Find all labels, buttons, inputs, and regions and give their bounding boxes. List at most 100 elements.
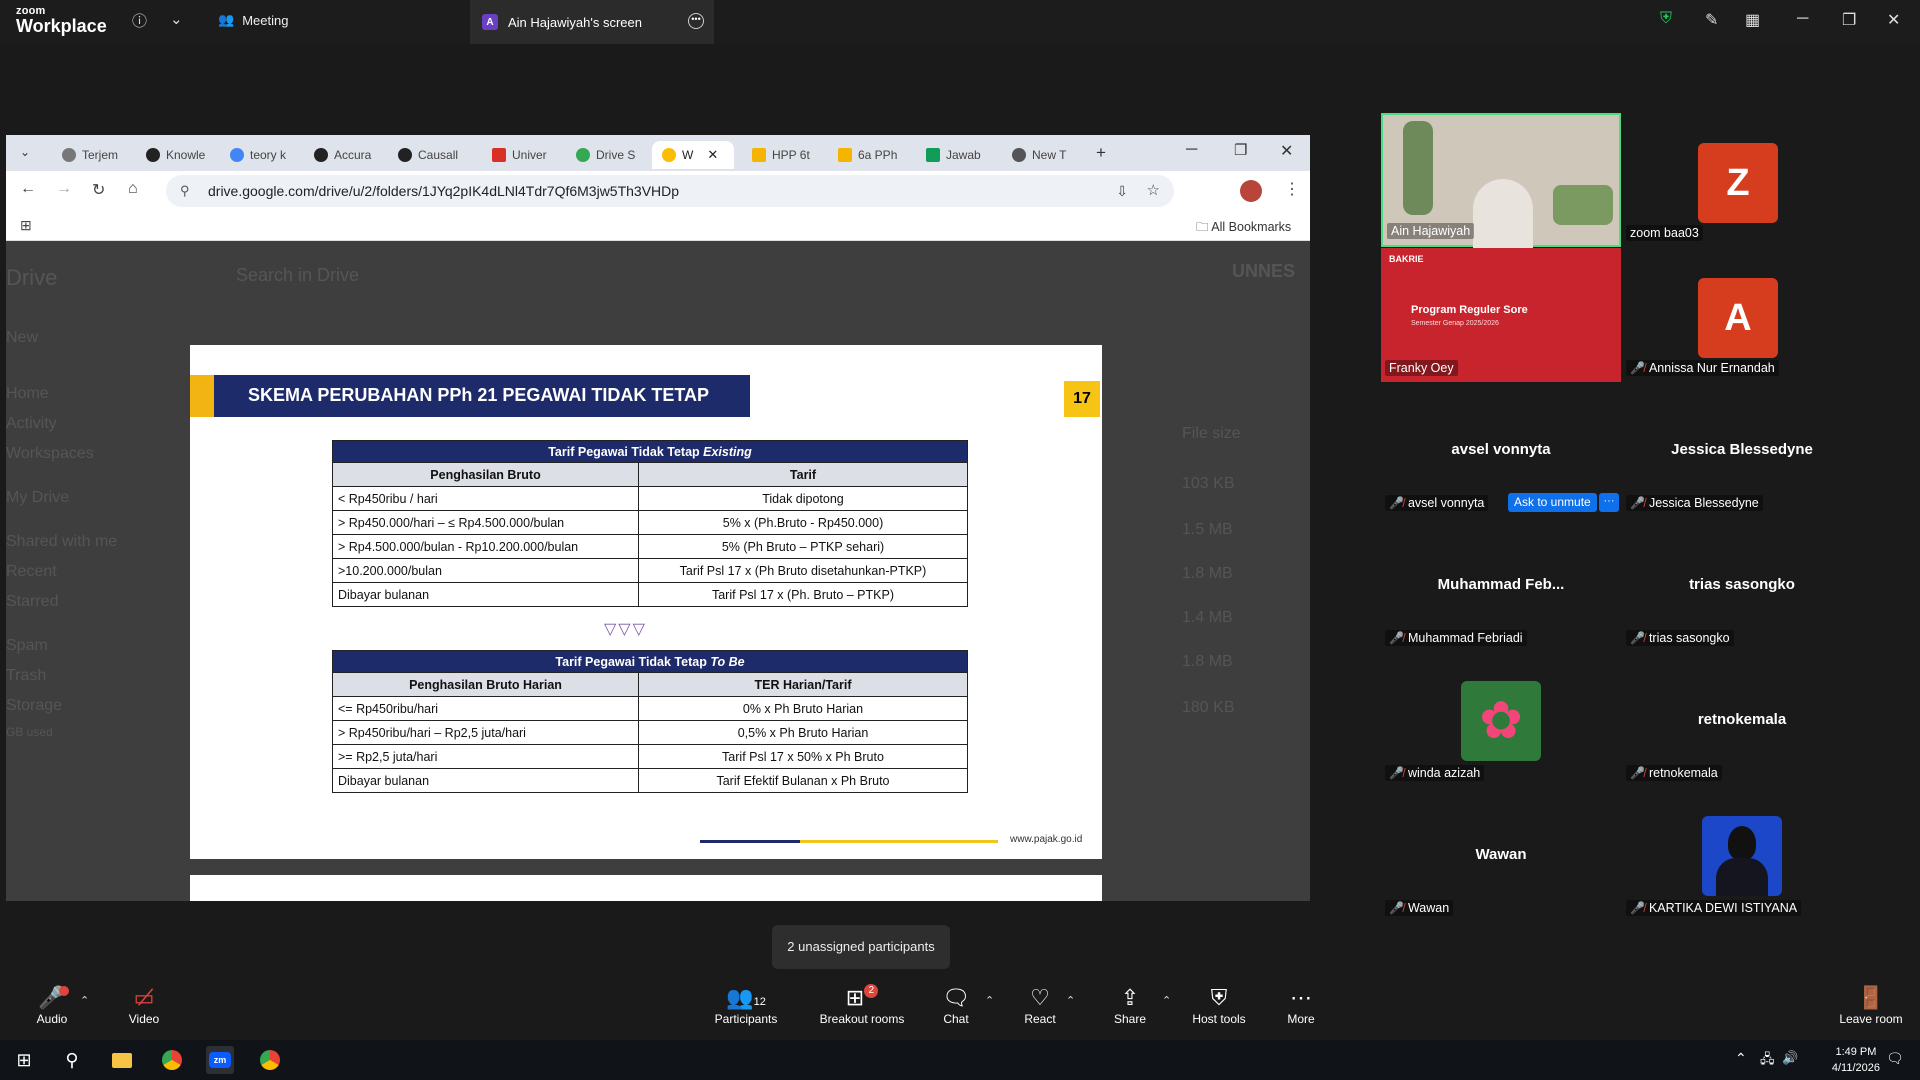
leave-room-button[interactable]: 🚪 Leave room (1826, 984, 1916, 1026)
system-clock[interactable]: 1:49 PM 4/11/2026 (1832, 1044, 1880, 1076)
back-arrow-icon[interactable]: ← (20, 180, 36, 198)
screen-share-tab[interactable]: A Ain Hajawiyah's screen ••• (470, 0, 714, 44)
meeting-tab[interactable]: 👥 Meeting (218, 12, 288, 28)
name-text: Wawan (1407, 901, 1450, 915)
sidebar-item-home[interactable]: Home (6, 385, 49, 403)
col-header: Penghasilan Bruto Harian (332, 672, 639, 697)
search-icon[interactable]: ⚲ (58, 1046, 86, 1074)
chrome-profile-icon[interactable] (256, 1046, 284, 1074)
browser-minimize-icon[interactable]: ─ (1186, 141, 1197, 159)
sidebar-item-recent[interactable]: Recent (6, 563, 57, 581)
mic-muted-icon: 🎤̸ (1389, 496, 1404, 510)
notifications-icon[interactable]: 🗨 (1886, 1050, 1904, 1067)
tab-title: W (682, 148, 694, 162)
browser-tab[interactable]: Univer (482, 141, 562, 169)
sidebar-item-shared[interactable]: Shared with me (6, 533, 117, 551)
cell: > Rp450.000/hari – ≤ Rp4.500.000/bulan (332, 510, 639, 535)
browser-restore-icon[interactable]: ❐ (1234, 141, 1247, 159)
drive-search-input[interactable]: Search in Drive (236, 265, 359, 286)
browser-tab[interactable]: New T (1002, 141, 1082, 169)
new-tab-plus-icon[interactable]: + (1096, 143, 1106, 163)
participant-name: 🎤̸ KARTIKA DEWI ISTIYANA (1626, 900, 1802, 916)
info-icon[interactable]: ⓘ (132, 10, 147, 31)
participant-tile[interactable]: retnokemala 🎤̸ retnokemala (1622, 653, 1862, 787)
network-icon[interactable]: 🖧 (1760, 1050, 1775, 1072)
sidebar-item-my-drive[interactable]: My Drive (6, 489, 69, 507)
sidebar-item-workspaces[interactable]: Workspaces (6, 445, 94, 463)
participant-name: 🎤̸ avsel vonnyta (1385, 495, 1489, 511)
address-bar[interactable]: ⚲ drive.google.com/drive/u/2/folders/1JY… (166, 175, 1174, 207)
react-options-caret-icon[interactable]: ⌃ (1066, 994, 1075, 1007)
windows-start-icon[interactable]: ⊞ (10, 1046, 38, 1074)
participant-tile[interactable]: ✿ 🎤̸ winda azizah (1381, 653, 1621, 787)
more-button[interactable]: ⋯ More (1256, 984, 1346, 1026)
sidebar-item-activity[interactable]: Activity (6, 415, 57, 433)
participant-tile[interactable]: Jessica Blessedyne 🎤̸ Jessica Blessedyne (1622, 383, 1862, 517)
more-options-icon[interactable]: ••• (688, 13, 704, 29)
close-icon[interactable]: ✕ (1887, 10, 1900, 30)
participant-more-button[interactable]: ··· (1599, 493, 1619, 512)
restore-icon[interactable]: ❐ (1842, 10, 1856, 30)
bookmark-star-icon[interactable]: ☆ (1147, 175, 1160, 207)
minimize-icon[interactable]: ─ (1797, 10, 1808, 28)
browser-tab-active[interactable]: W ✕ (652, 141, 734, 169)
sidebar-item-trash[interactable]: Trash (6, 667, 46, 685)
video-button[interactable]: ▭̸ Video (99, 984, 189, 1026)
browser-tab[interactable]: Drive S (566, 141, 646, 169)
file-explorer-icon[interactable] (108, 1046, 136, 1074)
browser-tab-strip: ⌄ Terjem Knowle teory k Accura Causall U… (6, 135, 1310, 171)
share-options-caret-icon[interactable]: ⌃ (1162, 994, 1171, 1007)
site-info-icon[interactable]: ⚲ (180, 175, 190, 207)
tab-favicon-icon (146, 148, 160, 162)
install-icon[interactable]: ⇩ (1116, 175, 1128, 207)
chat-options-caret-icon[interactable]: ⌃ (985, 994, 994, 1007)
browser-tab[interactable]: Knowle (136, 141, 216, 169)
browser-tab[interactable]: Terjem (52, 141, 132, 169)
home-icon[interactable]: ⌂ (128, 180, 138, 198)
browser-tab[interactable]: Causall (388, 141, 468, 169)
participant-tile[interactable]: Muhammad Feb... 🎤̸ Muhammad Febriadi (1381, 518, 1621, 652)
profile-photo (1702, 816, 1782, 896)
browser-close-icon[interactable]: ✕ (1280, 141, 1293, 161)
zoom-app-icon[interactable]: zm (206, 1046, 234, 1074)
security-shield-icon[interactable]: ⛨ (1660, 10, 1672, 28)
tab-search-icon[interactable]: ⌄ (20, 145, 30, 159)
participant-name: 🎤̸ retnokemala (1626, 765, 1722, 781)
participant-tile[interactable]: Z zoom baa03 (1622, 113, 1862, 247)
participants-button[interactable]: 👥12 Participants (701, 984, 791, 1026)
host-tools-button[interactable]: ⛨ Host tools (1174, 984, 1264, 1026)
browser-tab[interactable]: Jawab (916, 141, 996, 169)
browser-tab[interactable]: 6a PPh (828, 141, 908, 169)
annotate-pen-icon[interactable]: ✎ (1705, 10, 1718, 30)
sidebar-item-starred[interactable]: Starred (6, 593, 58, 611)
sidebar-item-spam[interactable]: Spam (6, 637, 48, 655)
ask-to-unmute-button[interactable]: Ask to unmute (1508, 493, 1597, 512)
participant-tile[interactable]: A 🎤̸ Annissa Nur Ernandah (1622, 248, 1862, 382)
participant-tile[interactable]: Ain Hajawiyah (1381, 113, 1621, 249)
participant-tile[interactable]: 🎤̸ KARTIKA DEWI ISTIYANA (1622, 788, 1862, 922)
chrome-icon[interactable] (158, 1046, 186, 1074)
participant-tile[interactable]: trias sasongko 🎤̸ trias sasongko (1622, 518, 1862, 652)
reload-icon[interactable]: ↻ (92, 180, 105, 200)
sidebar-item-new[interactable]: New (6, 329, 38, 347)
all-bookmarks-link[interactable]: 🗀 All Bookmarks (1196, 218, 1291, 239)
participant-tile[interactable]: avsel vonnyta 🎤̸ avsel vonnyta Ask to unm… (1381, 383, 1621, 517)
col-file-size[interactable]: File size (1182, 425, 1241, 443)
view-layout-icon[interactable]: ▦ (1745, 10, 1760, 30)
apps-grid-icon[interactable]: ⊞ (20, 217, 32, 234)
forward-arrow-icon[interactable]: → (56, 180, 72, 198)
kebab-menu-icon[interactable]: ⋮ (1284, 179, 1300, 199)
profile-avatar[interactable] (1240, 180, 1262, 202)
browser-tab[interactable]: Accura (304, 141, 384, 169)
browser-tab[interactable]: HPP 6t (742, 141, 822, 169)
sidebar-item-storage[interactable]: Storage (6, 697, 62, 715)
participant-tile[interactable]: Wawan 🎤̸ Wawan (1381, 788, 1621, 922)
volume-icon[interactable]: 🔊 (1782, 1050, 1798, 1066)
participant-tile[interactable]: BAKRIE Program Reguler Sore Semester Gen… (1381, 248, 1621, 382)
tab-close-icon[interactable]: ✕ (707, 147, 718, 163)
tray-chevron-icon[interactable]: ⌃ (1735, 1050, 1747, 1067)
audio-options-caret-icon[interactable]: ⌃ (80, 994, 89, 1007)
chevron-down-icon[interactable]: ⌄ (170, 10, 183, 28)
browser-tab[interactable]: teory k (220, 141, 300, 169)
breakout-rooms-button[interactable]: ⊞ 2 Breakout rooms (817, 984, 907, 1026)
